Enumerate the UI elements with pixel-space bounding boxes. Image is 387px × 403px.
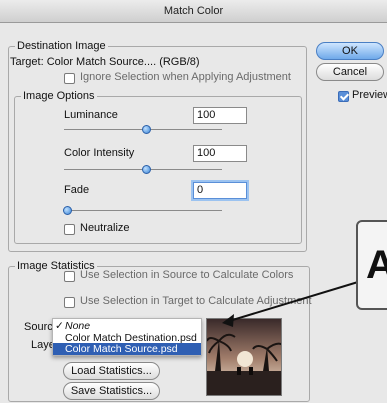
match-color-dialog: Match Color Destination Image Target: Co… (0, 0, 387, 403)
callout-letter: A (366, 243, 387, 287)
callout-arrow (222, 281, 359, 327)
